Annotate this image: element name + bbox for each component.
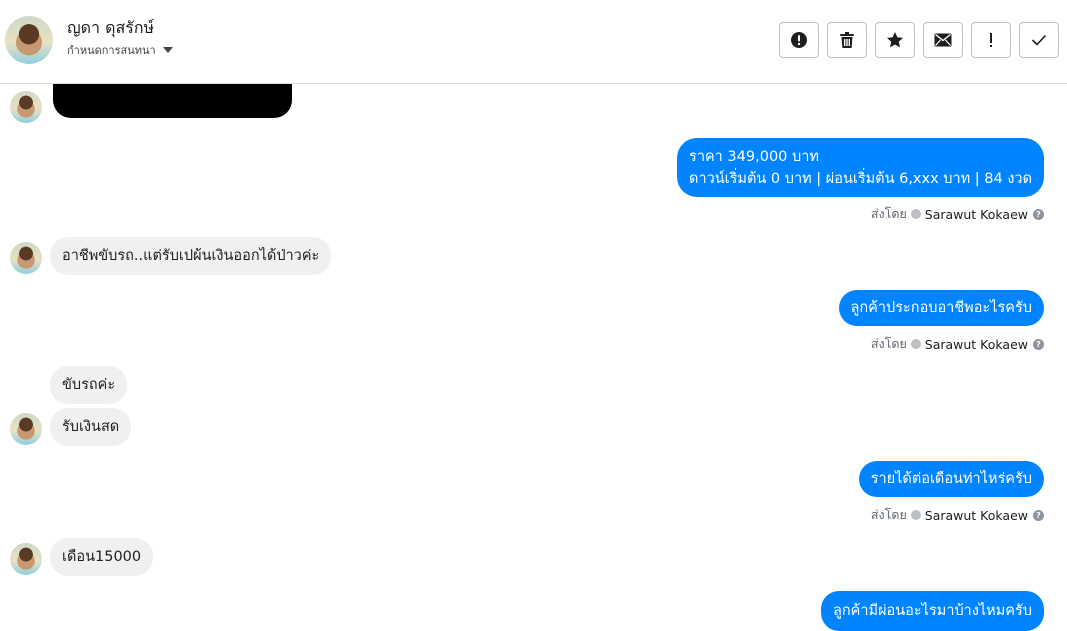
star-icon bbox=[887, 32, 903, 48]
contact-name[interactable]: ญดา ดุสรักษ์ bbox=[67, 16, 154, 41]
spam-button[interactable] bbox=[779, 22, 819, 58]
contact-avatar-small bbox=[10, 91, 42, 123]
sent-by-label: ส่งโดย Sarawut Kokaew ? bbox=[871, 334, 1044, 354]
message-text: อาชีพขับรถ..แต่รับเปผ้นเงินออกได้ป่าวค่ะ bbox=[62, 248, 320, 264]
outgoing-message[interactable]: ลูกค้ามีผ่อนอะไรมาบ้างไหมครับ bbox=[821, 591, 1044, 631]
conversation-header: ญดา ดุสรักษ์ กำหนดการสนทนา bbox=[0, 0, 1067, 84]
media-attachment[interactable] bbox=[53, 84, 292, 118]
incoming-message[interactable]: เดือน15000 bbox=[50, 538, 154, 576]
important-button[interactable] bbox=[971, 22, 1011, 58]
contact-avatar-small bbox=[10, 543, 42, 575]
message-text: ลูกค้าประกอบอาชีพอะไรครับ bbox=[850, 300, 1033, 316]
contact-avatar[interactable] bbox=[5, 16, 53, 64]
sent-by-prefix: ส่งโดย bbox=[870, 507, 907, 522]
outgoing-message[interactable]: รายได้ต่อเดือนท่าไหร่ครับ bbox=[858, 461, 1044, 497]
message-text: ดาวน์เริ่มต้น 0 บาท | ผ่อนเริ่มต้น 6,xxx… bbox=[689, 170, 1032, 187]
help-icon[interactable]: ? bbox=[1033, 509, 1044, 521]
check-icon bbox=[1031, 34, 1047, 46]
message-text: รับเงินสด bbox=[62, 419, 120, 435]
sender-name[interactable]: Sarawut Kokaew bbox=[925, 508, 1028, 523]
verified-badge-icon bbox=[910, 510, 921, 520]
sent-by-prefix: ส่งโดย bbox=[870, 206, 907, 221]
help-icon[interactable]: ? bbox=[1033, 208, 1044, 220]
help-icon[interactable]: ? bbox=[1033, 338, 1044, 350]
exclamation-icon bbox=[990, 33, 992, 47]
trash-icon bbox=[840, 32, 854, 48]
sent-by-label: ส่งโดย Sarawut Kokaew ? bbox=[871, 505, 1044, 525]
mark-unread-button[interactable] bbox=[923, 22, 963, 58]
incoming-message[interactable]: ขับรถค่ะ bbox=[50, 366, 128, 404]
message-text: รายได้ต่อเดือนท่าไหร่ครับ bbox=[870, 471, 1032, 487]
message-text: ลูกค้ามีผ่อนอะไรมาบ้างไหมครับ bbox=[833, 603, 1032, 619]
contact-avatar-small bbox=[10, 413, 42, 445]
done-button[interactable] bbox=[1019, 22, 1059, 58]
contact-avatar-small bbox=[10, 242, 42, 274]
alert-circle-icon bbox=[791, 32, 807, 48]
sent-by-prefix: ส่งโดย bbox=[870, 336, 907, 351]
outgoing-message[interactable]: ลูกค้าประกอบอาชีพอะไรครับ bbox=[838, 290, 1044, 326]
sender-name[interactable]: Sarawut Kokaew bbox=[925, 207, 1028, 222]
verified-badge-icon bbox=[910, 209, 921, 219]
assign-conversation-dropdown[interactable]: กำหนดการสนทนา bbox=[67, 41, 173, 59]
message-text: เดือน15000 bbox=[62, 549, 142, 565]
delete-button[interactable] bbox=[827, 22, 867, 58]
conversation-toolbar bbox=[779, 22, 1059, 58]
sent-by-label: ส่งโดย Sarawut Kokaew ? bbox=[871, 204, 1044, 224]
incoming-message[interactable]: อาชีพขับรถ..แต่รับเปผ้นเงินออกได้ป่าวค่ะ bbox=[50, 237, 332, 275]
message-text: ราคา 349,000 บาท bbox=[689, 148, 819, 165]
outgoing-message[interactable]: ราคา 349,000 บาท ดาวน์เริ่มต้น 0 บาท | ผ… bbox=[677, 138, 1044, 197]
message-text: ขับรถค่ะ bbox=[62, 377, 116, 393]
assign-conversation-label: กำหนดการสนทนา bbox=[67, 44, 156, 57]
caret-down-icon bbox=[162, 47, 173, 53]
star-button[interactable] bbox=[875, 22, 915, 58]
sender-name[interactable]: Sarawut Kokaew bbox=[925, 337, 1028, 352]
verified-badge-icon bbox=[910, 339, 921, 349]
envelope-icon bbox=[934, 33, 952, 47]
incoming-message[interactable]: รับเงินสด bbox=[50, 408, 132, 446]
